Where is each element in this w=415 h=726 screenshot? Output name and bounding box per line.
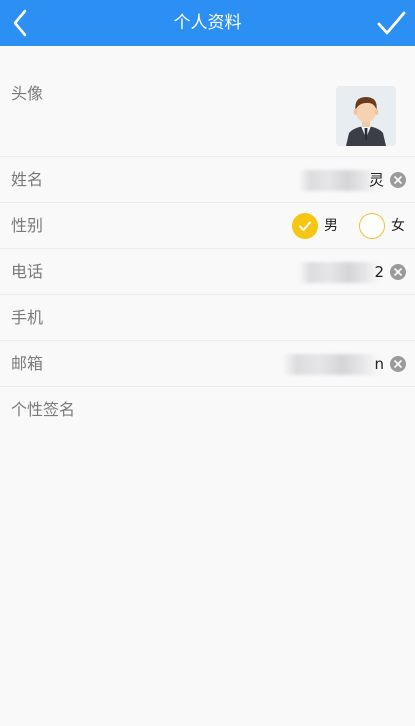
email-value-mask bbox=[283, 354, 379, 375]
gender-label: 性别 bbox=[11, 216, 44, 235]
close-icon bbox=[394, 176, 402, 184]
name-clear-button[interactable] bbox=[390, 172, 406, 188]
avatar-label: 头像 bbox=[11, 84, 44, 103]
save-button[interactable] bbox=[373, 5, 409, 41]
check-icon bbox=[377, 11, 406, 35]
phone-input[interactable]: 2 bbox=[374, 249, 384, 295]
close-icon bbox=[394, 360, 402, 368]
mobile-input[interactable] bbox=[264, 295, 384, 341]
phone-clear-button[interactable] bbox=[390, 264, 406, 280]
name-value-mask bbox=[299, 170, 377, 191]
email-clear-button[interactable] bbox=[390, 356, 406, 372]
name-input[interactable]: 灵 bbox=[369, 157, 384, 203]
radio-checked-icon bbox=[292, 213, 318, 239]
email-row: 邮箱 n bbox=[0, 341, 415, 387]
phone-label: 电话 bbox=[11, 262, 44, 281]
email-label: 邮箱 bbox=[11, 354, 44, 373]
signature-row[interactable]: 个性签名 bbox=[0, 387, 415, 433]
name-label: 姓名 bbox=[11, 170, 44, 189]
mobile-label: 手机 bbox=[11, 308, 44, 327]
gender-option-female-label: 女 bbox=[391, 218, 405, 234]
user-avatar-icon bbox=[336, 86, 396, 146]
phone-row: 电话 2 bbox=[0, 249, 415, 295]
gender-option-male-label: 男 bbox=[324, 218, 338, 234]
back-button[interactable] bbox=[6, 5, 42, 41]
avatar[interactable] bbox=[336, 86, 396, 146]
avatar-row[interactable]: 头像 bbox=[0, 46, 415, 157]
signature-label: 个性签名 bbox=[11, 400, 76, 419]
close-icon bbox=[394, 268, 402, 276]
page-title: 个人资料 bbox=[173, 13, 242, 33]
radio-unchecked-icon bbox=[359, 213, 385, 239]
top-app-bar: 个人资料 bbox=[0, 0, 415, 46]
name-row: 姓名 灵 bbox=[0, 157, 415, 203]
mobile-row: 手机 bbox=[0, 295, 415, 341]
chevron-left-icon bbox=[13, 9, 27, 37]
profile-form: 头像 姓名 灵 性别 男 女 电话 2 手机 邮箱 n 个性签名 bbox=[0, 46, 415, 433]
email-input[interactable]: n bbox=[374, 341, 384, 387]
phone-value-mask bbox=[299, 262, 379, 283]
gender-row: 性别 男 女 bbox=[0, 203, 415, 249]
